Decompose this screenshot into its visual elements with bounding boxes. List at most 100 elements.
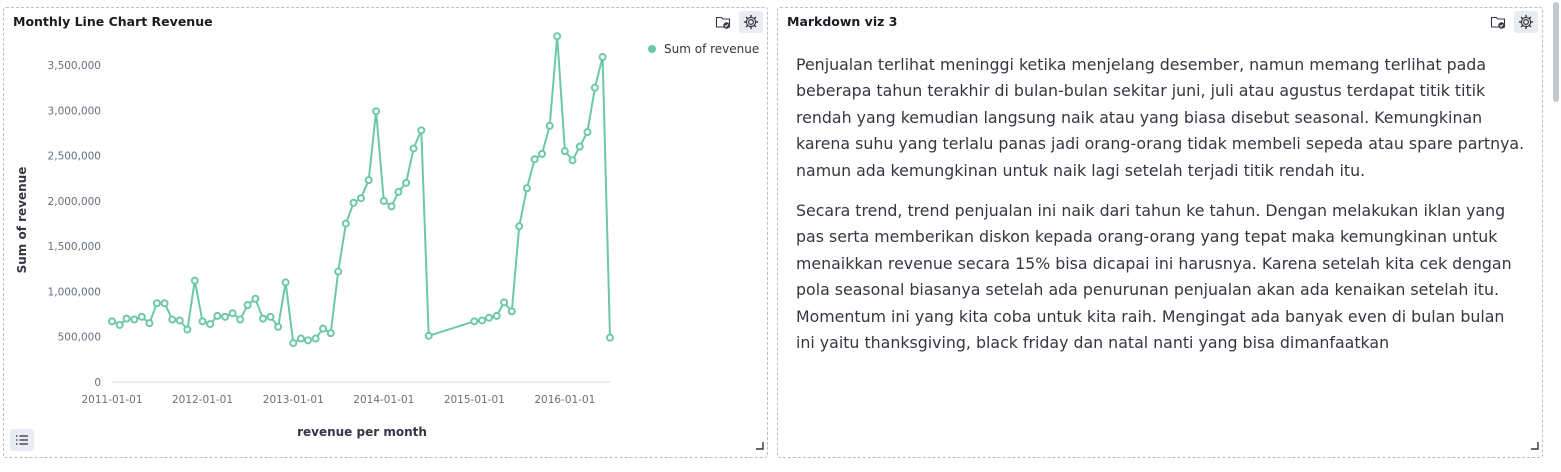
resize-handle-icon[interactable] <box>756 435 764 454</box>
data-point[interactable] <box>349 198 358 207</box>
series-line <box>111 35 611 345</box>
data-point[interactable] <box>583 128 592 137</box>
data-point[interactable] <box>183 325 192 334</box>
y-tick-label: 2,500,000 <box>48 151 101 163</box>
data-point[interactable] <box>341 219 350 228</box>
data-point[interactable] <box>394 187 403 196</box>
data-point[interactable] <box>281 278 290 287</box>
data-point[interactable] <box>364 176 373 185</box>
y-tick-label: 1,500,000 <box>48 241 101 253</box>
data-point[interactable] <box>515 222 524 231</box>
markdown-panel-actions <box>1486 11 1538 33</box>
data-point[interactable] <box>379 196 388 205</box>
y-tick-label: 500,000 <box>58 332 101 344</box>
data-point[interactable] <box>372 107 381 116</box>
x-tick-label: 2013-01-01 <box>263 394 324 406</box>
x-axis: 2011-01-01 2012-01-01 2013-01-01 2014-01-01… <box>81 381 610 406</box>
series-sum-of-revenue <box>108 32 614 348</box>
data-point[interactable] <box>357 194 365 203</box>
y-axis: 0 500,000 1,000,000 1,500,000 2,000,000 2,500… <box>48 60 101 389</box>
data-point[interactable] <box>492 311 501 320</box>
gear-icon[interactable] <box>1514 11 1538 33</box>
x-tick-label: 2014-01-01 <box>353 394 414 406</box>
page-scrollbar[interactable] <box>1553 2 1559 102</box>
data-point[interactable] <box>221 312 230 321</box>
data-point[interactable] <box>251 294 260 303</box>
data-point[interactable] <box>575 142 584 151</box>
legend[interactable]: Sum of revenue <box>648 42 759 56</box>
y-tick-label: 1,000,000 <box>48 286 101 298</box>
data-point[interactable] <box>190 276 199 285</box>
legend-swatch <box>648 45 656 53</box>
data-point[interactable] <box>424 331 433 340</box>
data-point[interactable] <box>311 334 320 343</box>
chart-panel: Monthly Line Chart Revenue 0 500,000 1,000… <box>3 7 768 458</box>
data-point[interactable] <box>259 314 268 323</box>
data-point[interactable] <box>568 156 577 165</box>
data-point[interactable] <box>160 299 169 308</box>
data-point[interactable] <box>470 317 479 326</box>
data-point[interactable] <box>228 309 237 318</box>
y-axis-label: Sum of revenue <box>15 167 29 274</box>
x-tick-label: 2011-01-01 <box>81 394 142 406</box>
data-point[interactable] <box>538 149 547 158</box>
data-point[interactable] <box>108 317 116 326</box>
x-tick-label: 2016-01-01 <box>534 394 595 406</box>
y-tick-label: 2,000,000 <box>48 196 101 208</box>
data-point[interactable] <box>545 121 554 130</box>
x-tick-label: 2012-01-01 <box>172 394 233 406</box>
markdown-content: Penjualan terlihat meninggi ketika menje… <box>796 52 1526 370</box>
data-point[interactable] <box>115 320 124 329</box>
data-point[interactable] <box>387 202 396 211</box>
legend-item-sum-of-revenue[interactable]: Sum of revenue <box>664 42 759 56</box>
y-tick-label: 0 <box>94 377 101 389</box>
data-point[interactable] <box>137 312 146 321</box>
y-tick-label: 3,500,000 <box>48 60 101 72</box>
data-point[interactable] <box>553 32 562 41</box>
data-point[interactable] <box>590 83 599 92</box>
data-point[interactable] <box>334 267 343 276</box>
folder-check-icon[interactable] <box>1486 11 1510 33</box>
data-point[interactable] <box>507 307 516 316</box>
line-chart: 0 500,000 1,000,000 1,500,000 2,000,000 2,500… <box>15 32 759 439</box>
data-point[interactable] <box>402 178 411 187</box>
markdown-paragraph: Penjualan terlihat meninggi ketika menje… <box>796 55 1525 180</box>
data-point[interactable] <box>606 333 614 342</box>
data-point[interactable] <box>122 314 131 323</box>
data-point[interactable] <box>175 316 184 325</box>
markdown-panel: Markdown viz 3 Penjualan terlihat mening… <box>777 7 1543 458</box>
data-point[interactable] <box>326 329 335 338</box>
data-point[interactable] <box>145 319 154 328</box>
data-point[interactable] <box>484 313 493 322</box>
data-point[interactable] <box>289 339 298 348</box>
data-point[interactable] <box>213 311 222 320</box>
data-point[interactable] <box>296 334 305 343</box>
resize-handle-icon[interactable] <box>1531 435 1539 454</box>
data-point[interactable] <box>530 155 539 164</box>
legend-toggle-button[interactable] <box>10 429 34 451</box>
data-point[interactable] <box>560 147 569 156</box>
y-tick-label: 3,000,000 <box>48 105 101 117</box>
data-point[interactable] <box>303 336 312 345</box>
data-point[interactable] <box>500 298 509 307</box>
data-point[interactable] <box>417 126 426 135</box>
data-point[interactable] <box>522 184 531 193</box>
data-point[interactable] <box>236 315 245 324</box>
data-point[interactable] <box>206 320 215 329</box>
data-point[interactable] <box>168 315 177 324</box>
x-tick-label: 2015-01-01 <box>444 394 505 406</box>
markdown-panel-title: Markdown viz 3 <box>787 14 898 29</box>
data-point[interactable] <box>598 53 607 62</box>
list-icon <box>16 435 28 445</box>
x-axis-label: revenue per month <box>297 425 427 439</box>
data-point[interactable] <box>130 315 139 324</box>
data-point[interactable] <box>266 312 275 321</box>
data-point[interactable] <box>198 317 207 326</box>
data-point[interactable] <box>274 322 283 331</box>
markdown-paragraph: Secara trend, trend penjualan ini naik d… <box>796 201 1512 353</box>
data-point[interactable] <box>319 324 328 333</box>
data-point[interactable] <box>152 299 161 308</box>
data-point[interactable] <box>409 144 418 153</box>
data-point[interactable] <box>243 301 252 310</box>
data-point[interactable] <box>478 316 487 325</box>
